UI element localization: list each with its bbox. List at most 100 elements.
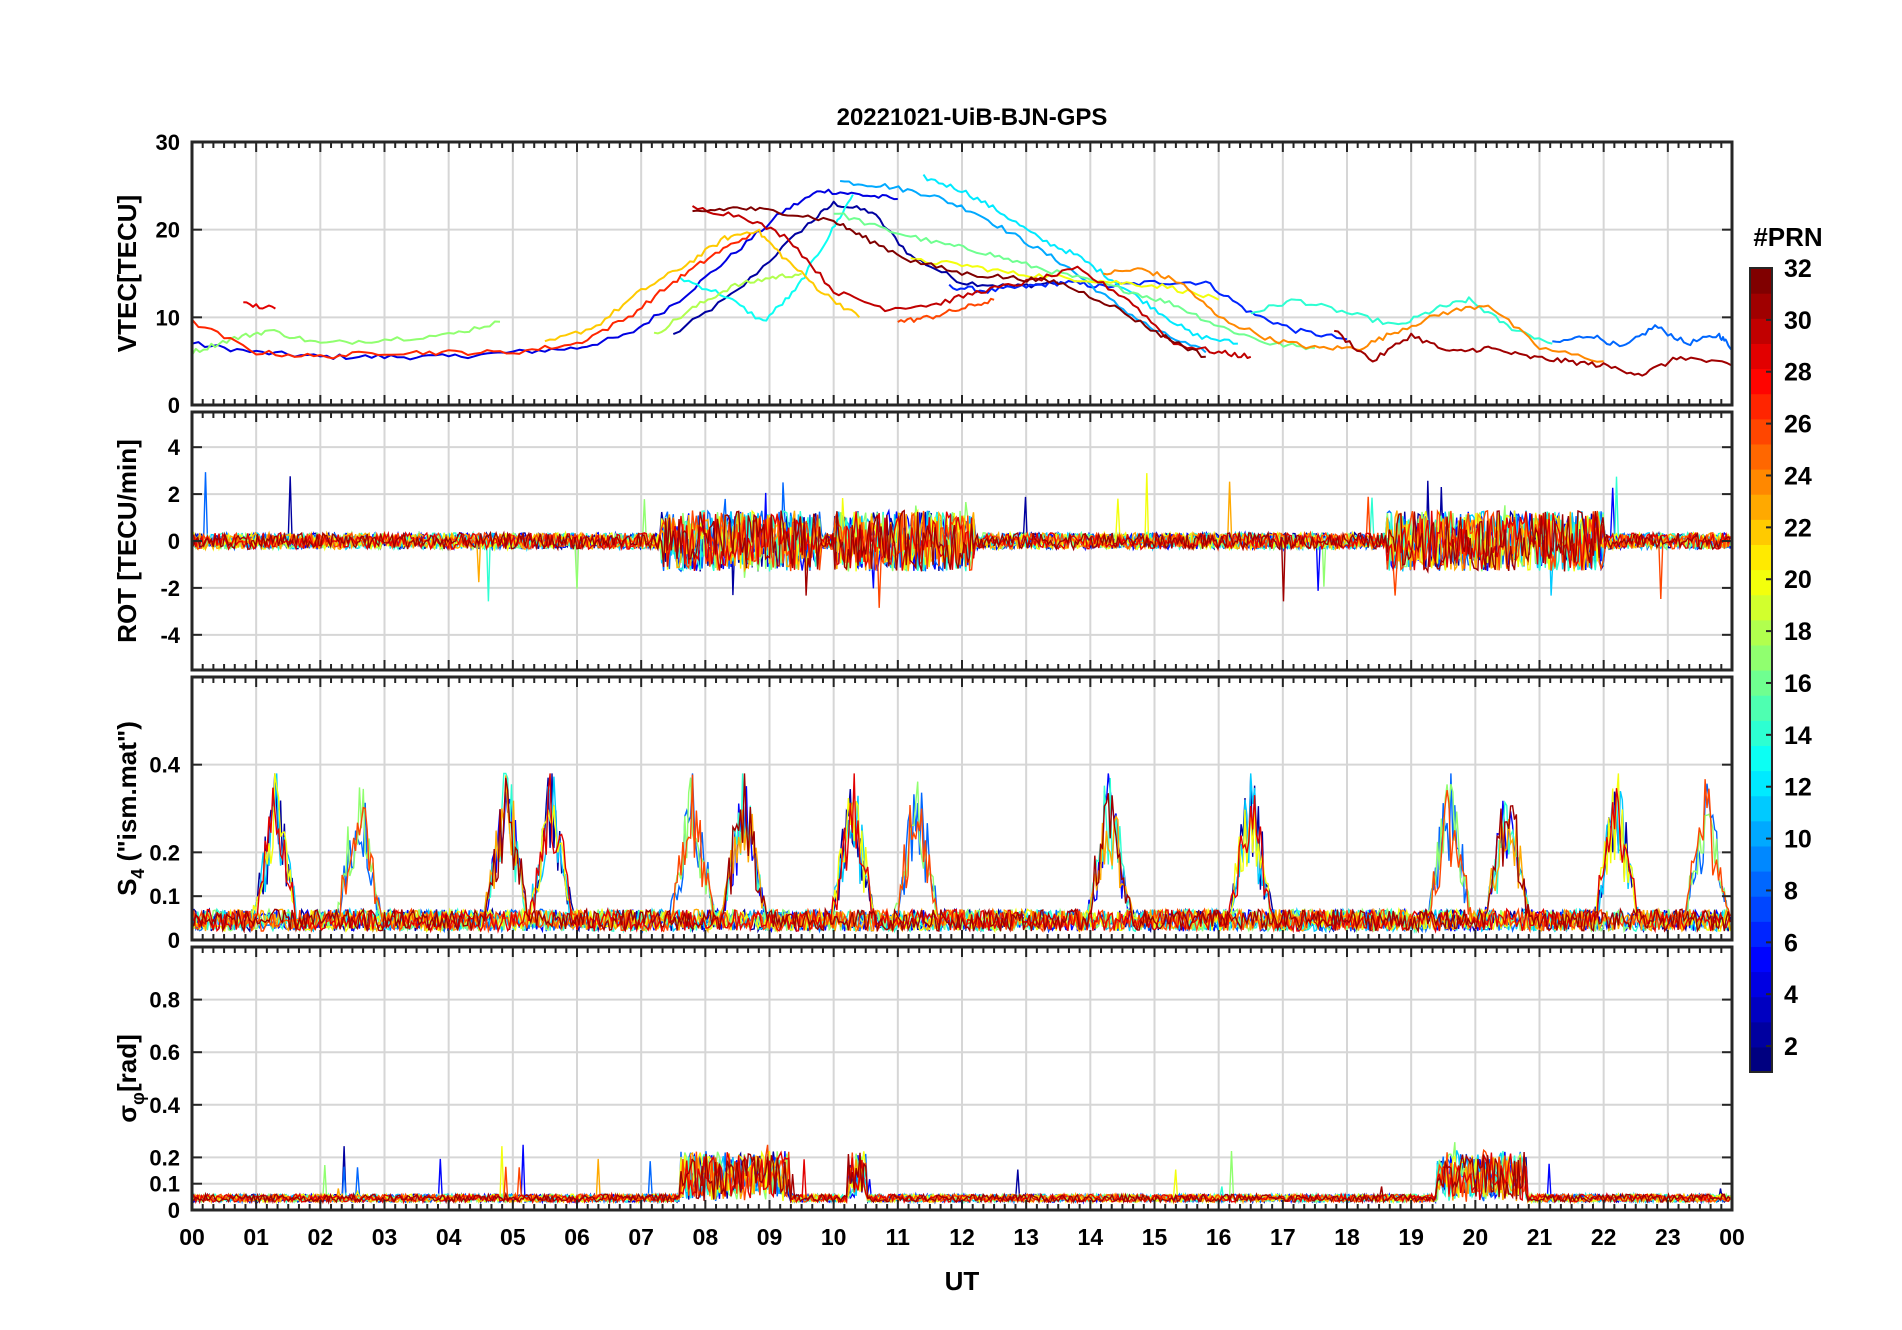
colorbar-tick-label: 24 xyxy=(1784,462,1812,490)
colorbar-tick-label: 18 xyxy=(1784,618,1812,646)
colorbar-tick-label: 10 xyxy=(1784,826,1812,854)
xtick-label: 16 xyxy=(1206,1224,1232,1250)
colorbar-segment xyxy=(1750,1021,1772,1048)
ytick-label: 4 xyxy=(168,435,181,460)
colorbar-segment xyxy=(1750,619,1772,646)
xtick-label: 08 xyxy=(693,1224,719,1250)
colorbar-tick-label: 26 xyxy=(1784,411,1812,439)
colorbar-segment xyxy=(1750,393,1772,420)
colorbar: 2468101214161820222426283032#PRN xyxy=(1749,222,1823,1073)
colorbar-tick-label: 8 xyxy=(1784,877,1798,905)
xtick-label: 20 xyxy=(1463,1224,1489,1250)
xtick-label: 21 xyxy=(1527,1224,1553,1250)
colorbar-segment xyxy=(1750,770,1772,797)
colorbar-segment xyxy=(1750,569,1772,596)
xtick-label: 14 xyxy=(1078,1224,1104,1250)
colorbar-segment xyxy=(1750,443,1772,470)
colorbar-segment xyxy=(1750,293,1772,319)
ytick-label: 0.1 xyxy=(149,1172,180,1197)
xtick-label: 18 xyxy=(1334,1224,1360,1250)
ytick-label: -4 xyxy=(160,623,180,648)
colorbar-segment xyxy=(1750,695,1772,721)
colorbar-segment xyxy=(1750,1046,1772,1073)
ytick-label: 0 xyxy=(168,1198,180,1223)
colorbar-tick-label: 16 xyxy=(1784,670,1812,698)
colorbar-segment xyxy=(1750,494,1772,520)
vtec-series-prn-10 xyxy=(839,180,1207,354)
colorbar-tick-label: 28 xyxy=(1784,359,1812,387)
ytick-label: 20 xyxy=(156,218,180,243)
colorbar-segment xyxy=(1750,343,1772,370)
panel-sigma_phi: 00.10.2 0.4 0.6 0.8σφ[rad] 00 01 02 03 04 05 06 07 0… xyxy=(112,945,1745,1250)
colorbar-tick-label: 2 xyxy=(1784,1033,1798,1061)
xtick-label: 01 xyxy=(243,1224,269,1250)
colorbar-segment xyxy=(1750,519,1772,545)
xtick-label: 04 xyxy=(436,1224,462,1250)
vtec-series-prn-22 xyxy=(544,228,861,343)
colorbar-segment xyxy=(1750,544,1772,571)
ytick-label: 0.6 xyxy=(149,1040,180,1065)
colorbar-segment xyxy=(1750,820,1772,847)
ytick-label: 0.4 xyxy=(149,1093,180,1118)
y-axis-label-s4: S4 ("ism.mat") xyxy=(112,721,148,896)
xtick-label: 06 xyxy=(564,1224,590,1250)
y-axis-label-rot: ROT [TECU/min] xyxy=(112,439,142,643)
ytick-label: 30 xyxy=(156,130,180,155)
xtick-label: 23 xyxy=(1655,1224,1681,1250)
ytick-label: 2 xyxy=(168,482,180,507)
colorbar-segment xyxy=(1750,871,1772,897)
xtick-label: 19 xyxy=(1398,1224,1424,1250)
colorbar-segment xyxy=(1750,720,1772,746)
colorbar-segment xyxy=(1750,745,1772,772)
xtick-label: 13 xyxy=(1013,1224,1039,1250)
colorbar-segment xyxy=(1750,644,1772,671)
colorbar-tick-label: 12 xyxy=(1784,774,1812,802)
colorbar-segment xyxy=(1750,795,1772,822)
xtick-label: 10 xyxy=(821,1224,847,1250)
vtec-series-prn-26 xyxy=(897,297,995,323)
colorbar-tick-label: 32 xyxy=(1784,255,1812,283)
colorbar-segment xyxy=(1750,268,1772,294)
colorbar-segment xyxy=(1750,896,1772,922)
panels-group: 0102030VTEC[TECU]-4-2024ROT [TECU/min]00… xyxy=(112,130,1745,1250)
colorbar-tick-label: 6 xyxy=(1784,929,1798,957)
xtick-label: 05 xyxy=(500,1224,526,1250)
y-axis-label-sigma_phi: σφ[rad] xyxy=(112,1034,148,1122)
ytick-label: 0.2 xyxy=(149,1145,180,1170)
xtick-label: 17 xyxy=(1270,1224,1296,1250)
colorbar-segment xyxy=(1750,845,1772,872)
figure-canvas: 20221021-UiB-BJN-GPS 0102030VTEC[TECU]-4… xyxy=(112,104,1823,1296)
ytick-label: 0 xyxy=(168,393,180,418)
colorbar-segment xyxy=(1750,318,1772,344)
colorbar-segment xyxy=(1750,418,1772,445)
vtec-series-prn-29 xyxy=(243,301,276,310)
ytick-label: 0.2 xyxy=(149,840,180,865)
xtick-label: 00 xyxy=(179,1224,205,1250)
panel-vtec: 0 10 20 30 VTEC[TECU] xyxy=(112,130,1734,418)
xtick-label: 12 xyxy=(949,1224,975,1250)
xtick-label: 00 xyxy=(1719,1224,1745,1250)
xtick-label: 07 xyxy=(628,1224,654,1250)
vtec-series-prn-14 xyxy=(1250,296,1553,345)
xtick-label: 02 xyxy=(308,1224,334,1250)
colorbar-tick-label: 22 xyxy=(1784,514,1812,542)
colorbar-segment xyxy=(1750,946,1772,973)
xtick-label: 11 xyxy=(886,1224,911,1250)
chart-title: 20221021-UiB-BJN-GPS xyxy=(837,104,1108,131)
vtec-series-prn-6 xyxy=(948,279,1348,341)
colorbar-segment xyxy=(1750,996,1772,1023)
vtec-series-prn-27 xyxy=(191,233,752,360)
colorbar-tick-label: 30 xyxy=(1784,307,1812,335)
vtec-series-prn-2 xyxy=(672,200,1059,336)
ytick-label: 0.8 xyxy=(149,988,180,1013)
xtick-label: 03 xyxy=(372,1224,398,1250)
ytick-label: 0.4 xyxy=(149,753,180,778)
colorbar-segment xyxy=(1750,469,1772,495)
xtick-label: 09 xyxy=(757,1224,783,1250)
colorbar-tick-label: 4 xyxy=(1784,981,1798,1009)
ytick-label: 0.1 xyxy=(149,884,180,909)
ytick-label: 10 xyxy=(156,305,180,330)
vtec-series-prn-12 xyxy=(922,174,1238,345)
colorbar-tick-label: 20 xyxy=(1784,566,1812,594)
ytick-label: -2 xyxy=(160,576,180,601)
